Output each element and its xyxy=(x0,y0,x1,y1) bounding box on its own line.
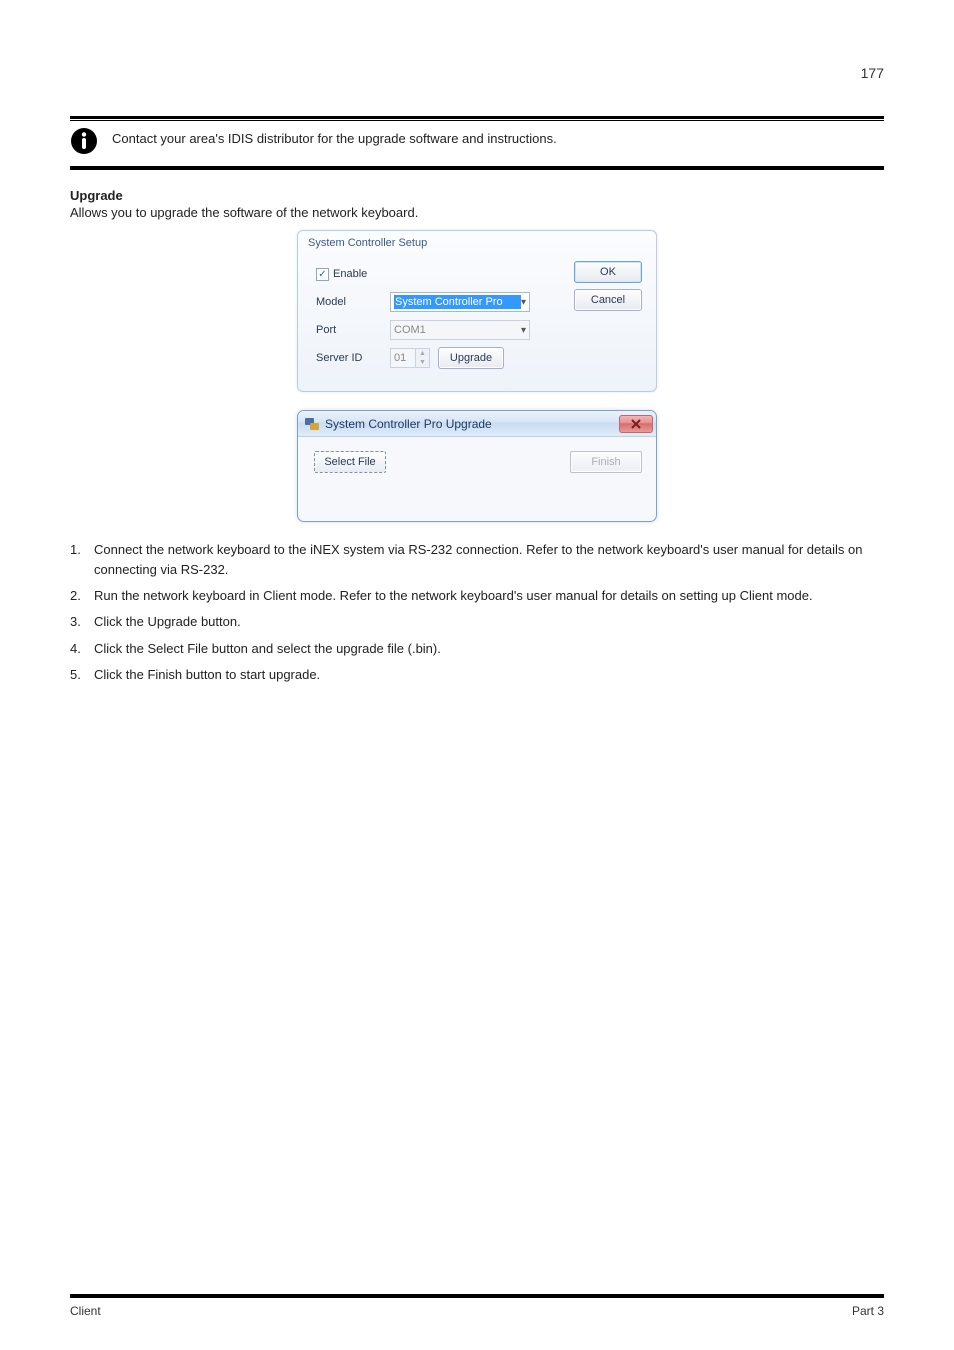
port-select[interactable]: COM1 ▾ xyxy=(390,320,530,340)
model-value: System Controller Pro xyxy=(394,295,521,309)
model-select[interactable]: System Controller Pro ▾ xyxy=(390,292,530,312)
chevron-down-icon: ▾ xyxy=(521,325,526,336)
note-row: Contact your area's IDIS distributor for… xyxy=(70,121,884,166)
list-item: 2.Run the network keyboard in Client mod… xyxy=(70,586,884,606)
note-text: Contact your area's IDIS distributor for… xyxy=(112,127,557,149)
dialog-title: System Controller Setup xyxy=(298,231,656,253)
upgrade-button[interactable]: Upgrade xyxy=(438,347,504,369)
model-label: Model xyxy=(316,296,390,308)
divider-top-thick xyxy=(70,116,884,119)
serverid-stepper[interactable]: 01 ▲▼ xyxy=(390,348,430,368)
serverid-value: 01 xyxy=(391,352,415,364)
finish-button[interactable]: Finish xyxy=(570,451,642,473)
enable-label: Enable xyxy=(333,268,367,280)
list-item: 3.Click the Upgrade button. xyxy=(70,612,884,632)
ok-button[interactable]: OK xyxy=(574,261,642,283)
page-number: 177 xyxy=(70,65,884,81)
upgrade-heading: Upgrade xyxy=(70,188,884,203)
spin-down-icon[interactable]: ▼ xyxy=(416,358,429,367)
divider-note-thick xyxy=(70,167,884,170)
app-icon xyxy=(304,416,320,432)
footer-right: Part 3 xyxy=(852,1304,884,1318)
list-item: 1.Connect the network keyboard to the iN… xyxy=(70,540,884,580)
serverid-label: Server ID xyxy=(316,352,390,364)
list-item: 5.Click the Finish button to start upgra… xyxy=(70,665,884,685)
dialog-title: System Controller Pro Upgrade xyxy=(325,417,492,431)
info-icon xyxy=(70,127,98,160)
list-item: 4.Click the Select File button and selec… xyxy=(70,639,884,659)
chevron-down-icon: ▾ xyxy=(521,297,526,308)
port-label: Port xyxy=(316,324,390,336)
cancel-button[interactable]: Cancel xyxy=(574,289,642,311)
port-value: COM1 xyxy=(394,324,521,336)
upgrade-dialog: System Controller Pro Upgrade Select Fil… xyxy=(297,410,657,522)
steps-list: 1.Connect the network keyboard to the iN… xyxy=(70,540,884,685)
system-controller-setup-dialog: System Controller Setup ✓ Enable Model S… xyxy=(297,230,657,392)
footer-left: Client xyxy=(70,1304,101,1318)
dialog-titlebar: System Controller Pro Upgrade xyxy=(298,411,656,437)
spin-up-icon[interactable]: ▲ xyxy=(416,349,429,358)
select-file-button[interactable]: Select File xyxy=(314,451,386,473)
close-button[interactable] xyxy=(619,415,653,433)
upgrade-intro: Allows you to upgrade the software of th… xyxy=(70,205,884,220)
page-footer: Client Part 3 xyxy=(70,1294,884,1318)
enable-checkbox[interactable]: ✓ xyxy=(316,268,329,281)
